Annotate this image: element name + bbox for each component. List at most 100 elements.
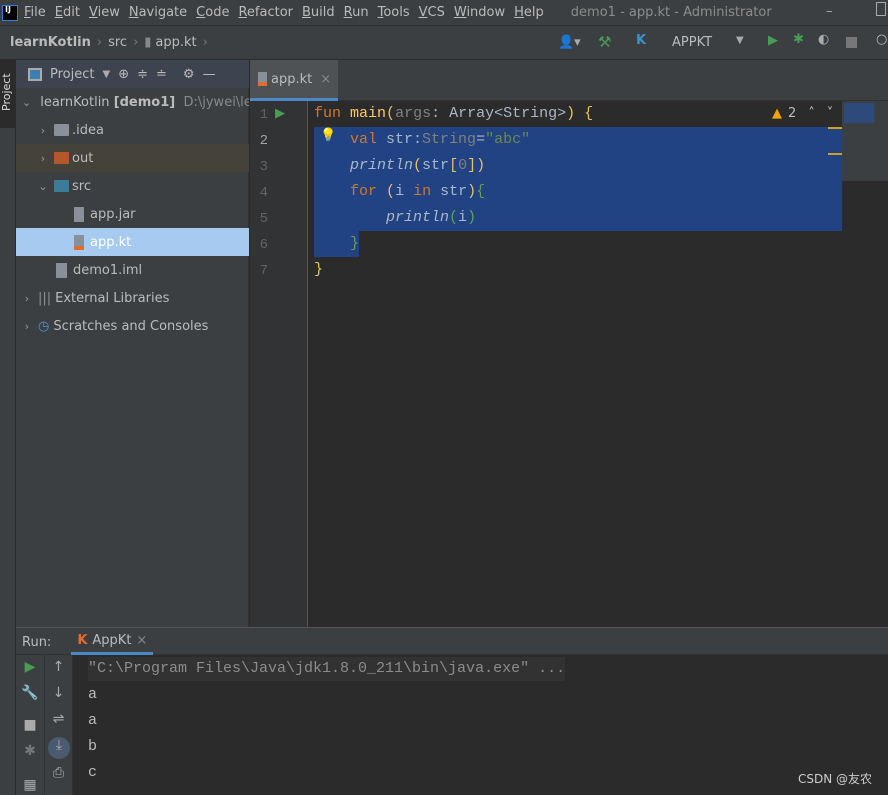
chevron-right-icon[interactable]: › — [22, 320, 32, 333]
console-line: c — [88, 764, 98, 781]
menu-tools[interactable]: Tools — [378, 5, 410, 20]
arrow-down-icon[interactable]: ↓ — [45, 685, 72, 701]
scroll-to-end-icon[interactable]: ⤓ — [48, 737, 70, 759]
chevron-down-icon[interactable]: ⌄ — [22, 96, 31, 109]
tree-item-app-jar[interactable]: app.jar — [16, 200, 249, 228]
previous-highlight-icon[interactable]: ˄ — [808, 106, 815, 121]
jar-file-icon — [74, 206, 84, 222]
menu-help[interactable]: Help — [514, 5, 544, 20]
inspection-widget[interactable]: ▲ 2 ˄ ˅ — [772, 106, 833, 121]
chevron-down-icon[interactable]: ▼ — [102, 69, 110, 80]
hide-icon[interactable]: — — [203, 67, 216, 82]
debug-restart-icon[interactable]: ✱ — [16, 743, 44, 759]
close-tab-icon[interactable]: × — [136, 633, 147, 648]
tree-item-scratches[interactable]: › ◷ Scratches and Consoles — [16, 312, 249, 340]
menu-file[interactable]: File — [24, 5, 46, 20]
maximize-button[interactable] — [876, 2, 886, 16]
scratches-icon: ◷ — [38, 318, 50, 334]
console-line: a — [88, 712, 98, 729]
next-highlight-icon[interactable]: ˅ — [827, 106, 834, 121]
project-tool-window-tab[interactable]: Project — [0, 60, 16, 128]
run-panel-header: Run: K AppKt × — [16, 630, 888, 655]
tree-item-learnkotlin[interactable]: ⌄ learnKotlin [demo1] D:\jywei\learnKotl… — [16, 88, 249, 116]
kotlin-file-icon — [258, 72, 267, 86]
code-line-5[interactable]: println(i) — [314, 205, 476, 231]
console-output[interactable]: "C:\Program Files\Java\jdk1.8.0_211\bin\… — [73, 655, 888, 795]
coverage-icon[interactable]: ◐ — [818, 32, 829, 47]
tree-item-out[interactable]: › out — [16, 144, 249, 172]
stop-icon[interactable]: ■ — [16, 717, 44, 733]
menu-refactor[interactable]: Refactor — [238, 5, 293, 20]
code-line-1[interactable]: fun main(args: Array<String>) { — [314, 101, 593, 127]
project-panel-header: Project ▼ ⊕ ≑ ≐ ⚙ — — [16, 60, 249, 88]
tree-item-src[interactable]: ⌄ src — [16, 172, 249, 200]
editor-tab-bar — [250, 60, 888, 101]
user-icon[interactable]: 👤▾ — [558, 35, 581, 50]
editor-gutter: 1 2 3 4 5 6 7 ▶ — [250, 101, 308, 627]
run-gutter-icon[interactable]: ▶ — [275, 106, 285, 121]
editor-tab-app-kt[interactable]: app.kt × — [250, 60, 338, 101]
module-file-icon — [56, 262, 67, 278]
menu-vcs[interactable]: VCS — [419, 5, 445, 20]
navigation-toolbar: learnKotlin › src › ▮ app.kt › 👤▾ ⚒ K APPKT… — [0, 26, 888, 60]
console-line: b — [88, 738, 98, 755]
tree-item-demo1-iml[interactable]: demo1.iml — [16, 256, 249, 284]
menu-navigate[interactable]: Navigate — [129, 5, 187, 20]
expand-all-icon[interactable]: ≑ — [137, 67, 148, 82]
code-line-2[interactable]: val str:String="abc" — [314, 127, 530, 153]
tree-item-app-kt[interactable]: app.kt — [16, 228, 249, 256]
run-icon[interactable]: ▶ — [768, 33, 778, 48]
code-line-6[interactable]: } — [314, 231, 359, 257]
code-minimap[interactable] — [842, 101, 888, 181]
watermark: CSDN @友农 — [797, 772, 872, 786]
close-tab-icon[interactable]: × — [320, 72, 331, 87]
project-tree: ⌄ learnKotlin [demo1] D:\jywei\learnKotl… — [16, 88, 249, 627]
console-line: a — [88, 686, 98, 703]
soft-wrap-icon[interactable]: ⇌ — [45, 711, 72, 727]
debug-icon[interactable]: ✱ — [793, 32, 804, 47]
chevron-right-icon[interactable]: › — [38, 152, 48, 165]
tree-item-external-libraries[interactable]: › ||| External Libraries — [16, 284, 249, 312]
stop-icon[interactable] — [846, 37, 857, 48]
breadcrumb-file[interactable]: app.kt — [155, 35, 196, 50]
source-folder-icon — [54, 180, 69, 192]
arrow-up-icon[interactable]: ↑ — [45, 659, 72, 675]
intellij-logo: IJ — [2, 4, 18, 21]
warning-icon: ▲ — [772, 106, 782, 121]
code-line-7[interactable]: } — [314, 257, 323, 283]
warning-stripe-marker[interactable] — [828, 153, 842, 155]
chevron-right-icon[interactable]: › — [38, 124, 48, 137]
run-config-select[interactable]: APPKT — [672, 35, 712, 50]
tree-item-idea[interactable]: › .idea — [16, 116, 249, 144]
chevron-right-icon[interactable]: › — [22, 292, 32, 305]
gear-icon[interactable]: ⚙ — [183, 67, 195, 82]
minimize-button[interactable]: – — [826, 4, 833, 19]
project-view-select[interactable]: Project — [50, 67, 94, 82]
menu-code[interactable]: Code — [196, 5, 229, 20]
menu-run[interactable]: Run — [344, 5, 369, 20]
breadcrumb-project[interactable]: learnKotlin — [10, 35, 91, 50]
code-line-4[interactable]: for (i in str){ — [314, 179, 485, 205]
collapse-all-icon[interactable]: ≐ — [156, 67, 167, 82]
folder-icon — [54, 124, 69, 136]
run-tab-appkt[interactable]: K AppKt × — [71, 630, 154, 655]
warning-stripe-marker[interactable] — [828, 127, 842, 129]
locate-icon[interactable]: ⊕ — [118, 67, 129, 82]
menu-window[interactable]: Window — [454, 5, 505, 20]
breadcrumb-src[interactable]: src — [108, 35, 127, 50]
layout-icon[interactable]: ▦ — [16, 777, 44, 793]
wrench-icon[interactable]: 🔧 — [16, 685, 44, 701]
search-icon[interactable]: ○ — [876, 32, 887, 47]
menu-view[interactable]: View — [89, 5, 120, 20]
chevron-down-icon[interactable]: ▼ — [736, 35, 744, 46]
chevron-down-icon[interactable]: ⌄ — [38, 180, 48, 193]
project-view-icon — [28, 67, 42, 81]
print-icon[interactable]: ⎙ — [45, 765, 72, 781]
console-command-line: "C:\Program Files\Java\jdk1.8.0_211\bin\… — [88, 657, 566, 681]
code-line-3[interactable]: println(str[0]) — [314, 153, 485, 179]
menu-edit[interactable]: Edit — [55, 5, 80, 20]
rerun-icon[interactable]: ▶ — [16, 659, 44, 675]
menu-build[interactable]: Build — [302, 5, 335, 20]
kotlin-icon: K — [636, 33, 647, 48]
build-hammer-icon[interactable]: ⚒ — [598, 33, 611, 51]
